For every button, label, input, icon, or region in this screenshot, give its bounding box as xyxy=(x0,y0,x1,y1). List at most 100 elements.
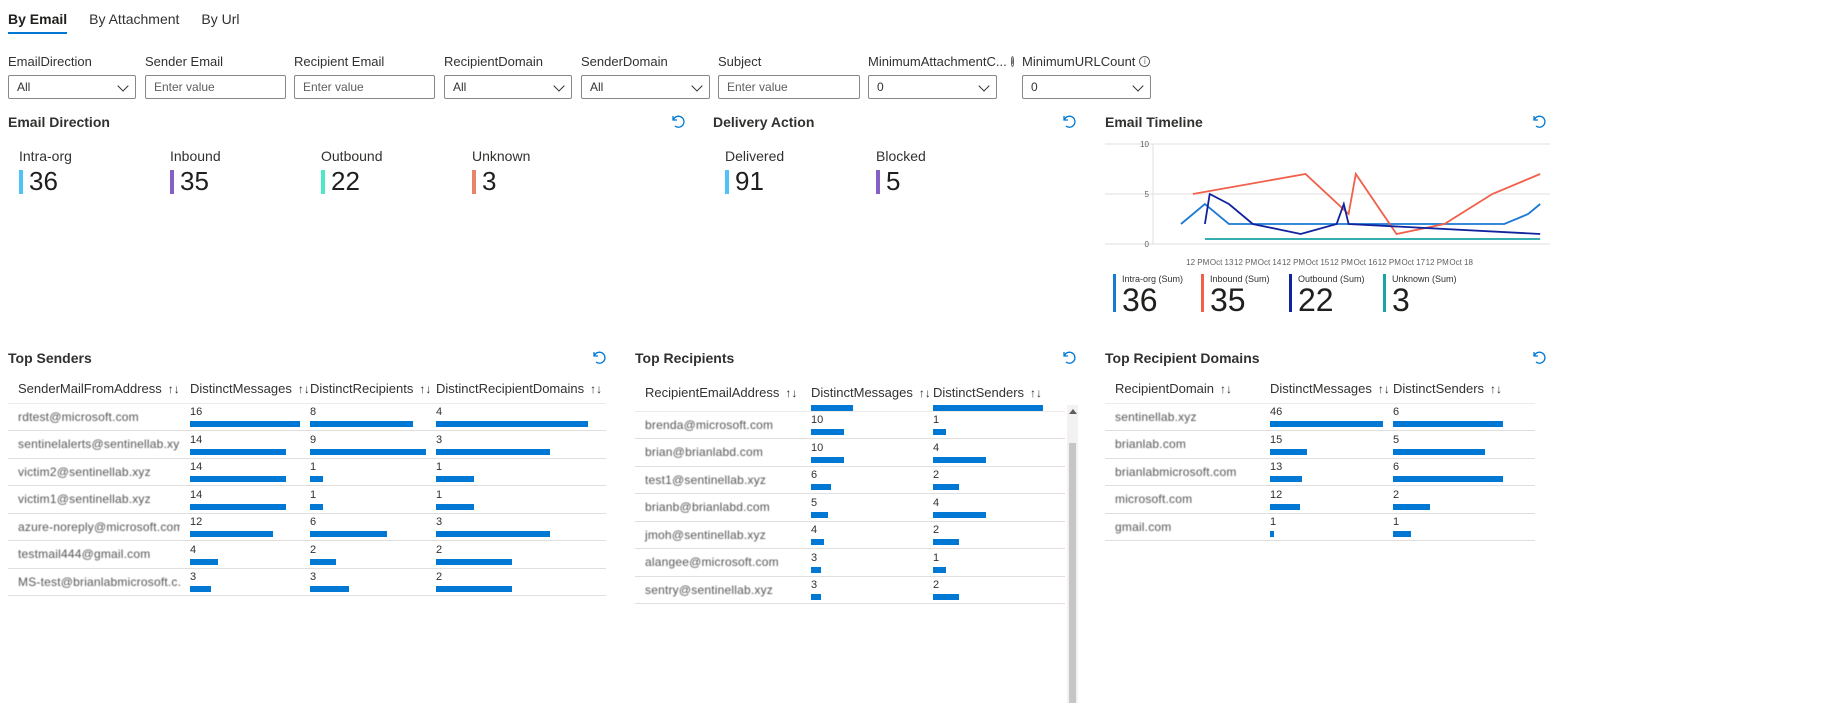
metric-value: 2 xyxy=(436,543,443,556)
metric-bar xyxy=(436,421,588,428)
table-row[interactable]: gmail.com 1 1 xyxy=(1105,513,1535,541)
sort-icon[interactable]: ↑↓ xyxy=(1378,382,1390,396)
sender-domain-select[interactable]: All xyxy=(581,75,710,99)
table-row[interactable]: brianlabmicrosoft.com 13 6 xyxy=(1105,458,1535,486)
filter-recipient-email: Recipient Email Enter value xyxy=(294,52,435,99)
metric-bar xyxy=(933,484,959,491)
table-row[interactable]: MS-test@brianlabmicrosoft.c... 3 3 2 xyxy=(8,568,606,596)
metric-bar xyxy=(436,558,512,565)
top-recipients-scrollbar[interactable] xyxy=(1067,405,1078,703)
column-header[interactable]: SenderMailFromAddress ↑↓ xyxy=(8,375,180,404)
filter-subject: Subject Enter value xyxy=(718,52,860,99)
table-row[interactable]: test1@sentinellab.xyz 6 2 xyxy=(635,466,1065,494)
series-line xyxy=(1180,202,1541,225)
scroll-up-icon[interactable] xyxy=(1069,409,1077,414)
filter-label: Sender Email xyxy=(145,53,224,69)
row-name-cell: sentinellab.xyz xyxy=(1105,403,1260,431)
metric-cell: 5 xyxy=(801,493,923,522)
filter-sender-domain: SenderDomain All xyxy=(581,52,710,99)
recipient-domain-select[interactable]: All xyxy=(444,75,572,99)
metric-value: 1 xyxy=(436,461,443,474)
column-header[interactable]: DistinctSenders ↑↓ xyxy=(1383,375,1535,404)
table-row[interactable]: testmail444@gmail.com 4 2 2 xyxy=(8,540,606,569)
refresh-icon[interactable] xyxy=(1531,113,1547,129)
tile-label: Inbound xyxy=(170,148,221,164)
tile-value: 91 xyxy=(735,166,764,196)
table-row[interactable]: victim1@sentinellab.xyz 14 1 1 xyxy=(8,485,606,514)
legend-inbound: Inbound (Sum) 35 xyxy=(1201,274,1281,318)
metric-cell: 3 xyxy=(300,568,426,596)
metric-value: 1 xyxy=(310,488,317,501)
table-row[interactable]: jmoh@sentinellab.xyz 4 2 xyxy=(635,521,1065,549)
sort-icon[interactable]: ↑↓ xyxy=(1220,382,1232,396)
table-row[interactable]: alangee@microsoft.com 3 1 xyxy=(635,548,1065,577)
table-row[interactable]: azure-noreply@microsoft.com 12 6 3 xyxy=(8,513,606,541)
refresh-icon[interactable] xyxy=(1531,349,1547,365)
table-row[interactable]: microsoft.com 12 2 xyxy=(1105,485,1535,514)
refresh-icon[interactable] xyxy=(670,113,686,129)
table-row[interactable]: brianlab.com 15 5 xyxy=(1105,430,1535,459)
tab-by-url[interactable]: By Url xyxy=(201,0,239,34)
sender-email-input[interactable]: Enter value xyxy=(145,75,286,99)
table-row[interactable]: sentry@sentinellab.xyz 3 2 xyxy=(635,576,1065,604)
filter-min-url: MinimumURLCount i 0 xyxy=(1022,52,1151,99)
x-tick-label: Oct 17 xyxy=(1401,258,1425,267)
refresh-icon[interactable] xyxy=(591,349,607,365)
subject-input[interactable]: Enter value xyxy=(718,75,860,99)
min-attachment-select[interactable]: 0 xyxy=(868,75,997,99)
sort-icon[interactable]: ↑↓ xyxy=(590,382,602,396)
sort-icon[interactable]: ↑↓ xyxy=(1490,382,1502,396)
column-header[interactable]: DistinctSenders ↑↓ xyxy=(923,375,1065,412)
column-header[interactable]: RecipientDomain ↑↓ xyxy=(1105,375,1260,404)
filter-min-attachment: MinimumAttachmentC... i 0 xyxy=(868,52,1015,99)
row-name-cell: microsoft.com xyxy=(1105,485,1260,514)
table-row[interactable]: sentinellab.xyz 46 6 xyxy=(1105,403,1535,431)
table-row[interactable]: brenda@microsoft.com 10 1 xyxy=(635,411,1065,439)
metric-bar xyxy=(190,448,286,455)
sort-icon[interactable]: ↑↓ xyxy=(785,386,797,400)
tab-by-email[interactable]: By Email xyxy=(8,0,68,34)
sort-icon[interactable]: ↑↓ xyxy=(298,382,310,396)
metric-value: 2 xyxy=(933,469,940,482)
table-row[interactable]: victim2@sentinellab.xyz 14 1 1 xyxy=(8,458,606,486)
recipient-email-input[interactable]: Enter value xyxy=(294,75,435,99)
sort-icon[interactable]: ↑↓ xyxy=(168,382,180,396)
row-name-cell: MS-test@brianlabmicrosoft.c... xyxy=(8,568,180,596)
column-header[interactable]: RecipientEmailAddress ↑↓ xyxy=(635,375,801,412)
column-header[interactable]: DistinctMessages ↑↓ xyxy=(801,375,931,412)
metric-value: 1 xyxy=(1270,516,1277,529)
info-icon[interactable]: i xyxy=(1139,55,1151,67)
metric-value: 2 xyxy=(933,579,940,592)
metric-value: 3 xyxy=(436,433,443,446)
refresh-icon[interactable] xyxy=(1061,349,1077,365)
column-header[interactable]: DistinctRecipientDomains ↑↓ xyxy=(426,375,606,404)
tab-by-attachment[interactable]: By Attachment xyxy=(89,0,179,34)
metric-cell: 3 xyxy=(801,548,923,577)
column-header[interactable]: DistinctMessages ↑↓ xyxy=(1260,375,1390,404)
metric-value: 14 xyxy=(190,433,203,446)
min-url-select[interactable]: 0 xyxy=(1022,75,1151,99)
metric-cell: 6 xyxy=(300,513,426,541)
metric-cell: 6 xyxy=(1383,458,1535,486)
sort-icon[interactable]: ↑↓ xyxy=(1030,386,1042,400)
legend-color-bar xyxy=(1201,274,1204,312)
sort-icon[interactable]: ↑↓ xyxy=(919,386,931,400)
metric-value: 46 xyxy=(1270,406,1283,419)
metric-value: 15 xyxy=(1270,433,1283,446)
email-direction-select[interactable]: All xyxy=(8,75,136,99)
scrollbar-thumb[interactable] xyxy=(1069,443,1076,703)
sort-icon[interactable]: ↑↓ xyxy=(419,382,431,396)
info-icon[interactable]: i xyxy=(1010,55,1015,67)
column-header[interactable]: DistinctRecipients ↑↓ xyxy=(300,375,431,404)
metric-bar xyxy=(1270,476,1302,483)
table-row[interactable]: brian@brianlabd.com 10 4 xyxy=(635,438,1065,467)
column-header[interactable]: DistinctMessages ↑↓ xyxy=(180,375,310,404)
chevron-down-icon xyxy=(978,80,990,92)
metric-bar xyxy=(190,531,273,538)
table-row[interactable]: rdtest@microsoft.com 16 8 4 xyxy=(8,403,606,431)
table-row[interactable]: sentinelalerts@sentinellab.xyz 14 9 3 xyxy=(8,430,606,459)
refresh-icon[interactable] xyxy=(1061,113,1077,129)
table-row[interactable]: brianb@brianlabd.com 5 4 xyxy=(635,493,1065,522)
tile-inbound: Inbound 35 xyxy=(170,148,221,197)
top-senders-title: Top Senders xyxy=(8,350,92,366)
